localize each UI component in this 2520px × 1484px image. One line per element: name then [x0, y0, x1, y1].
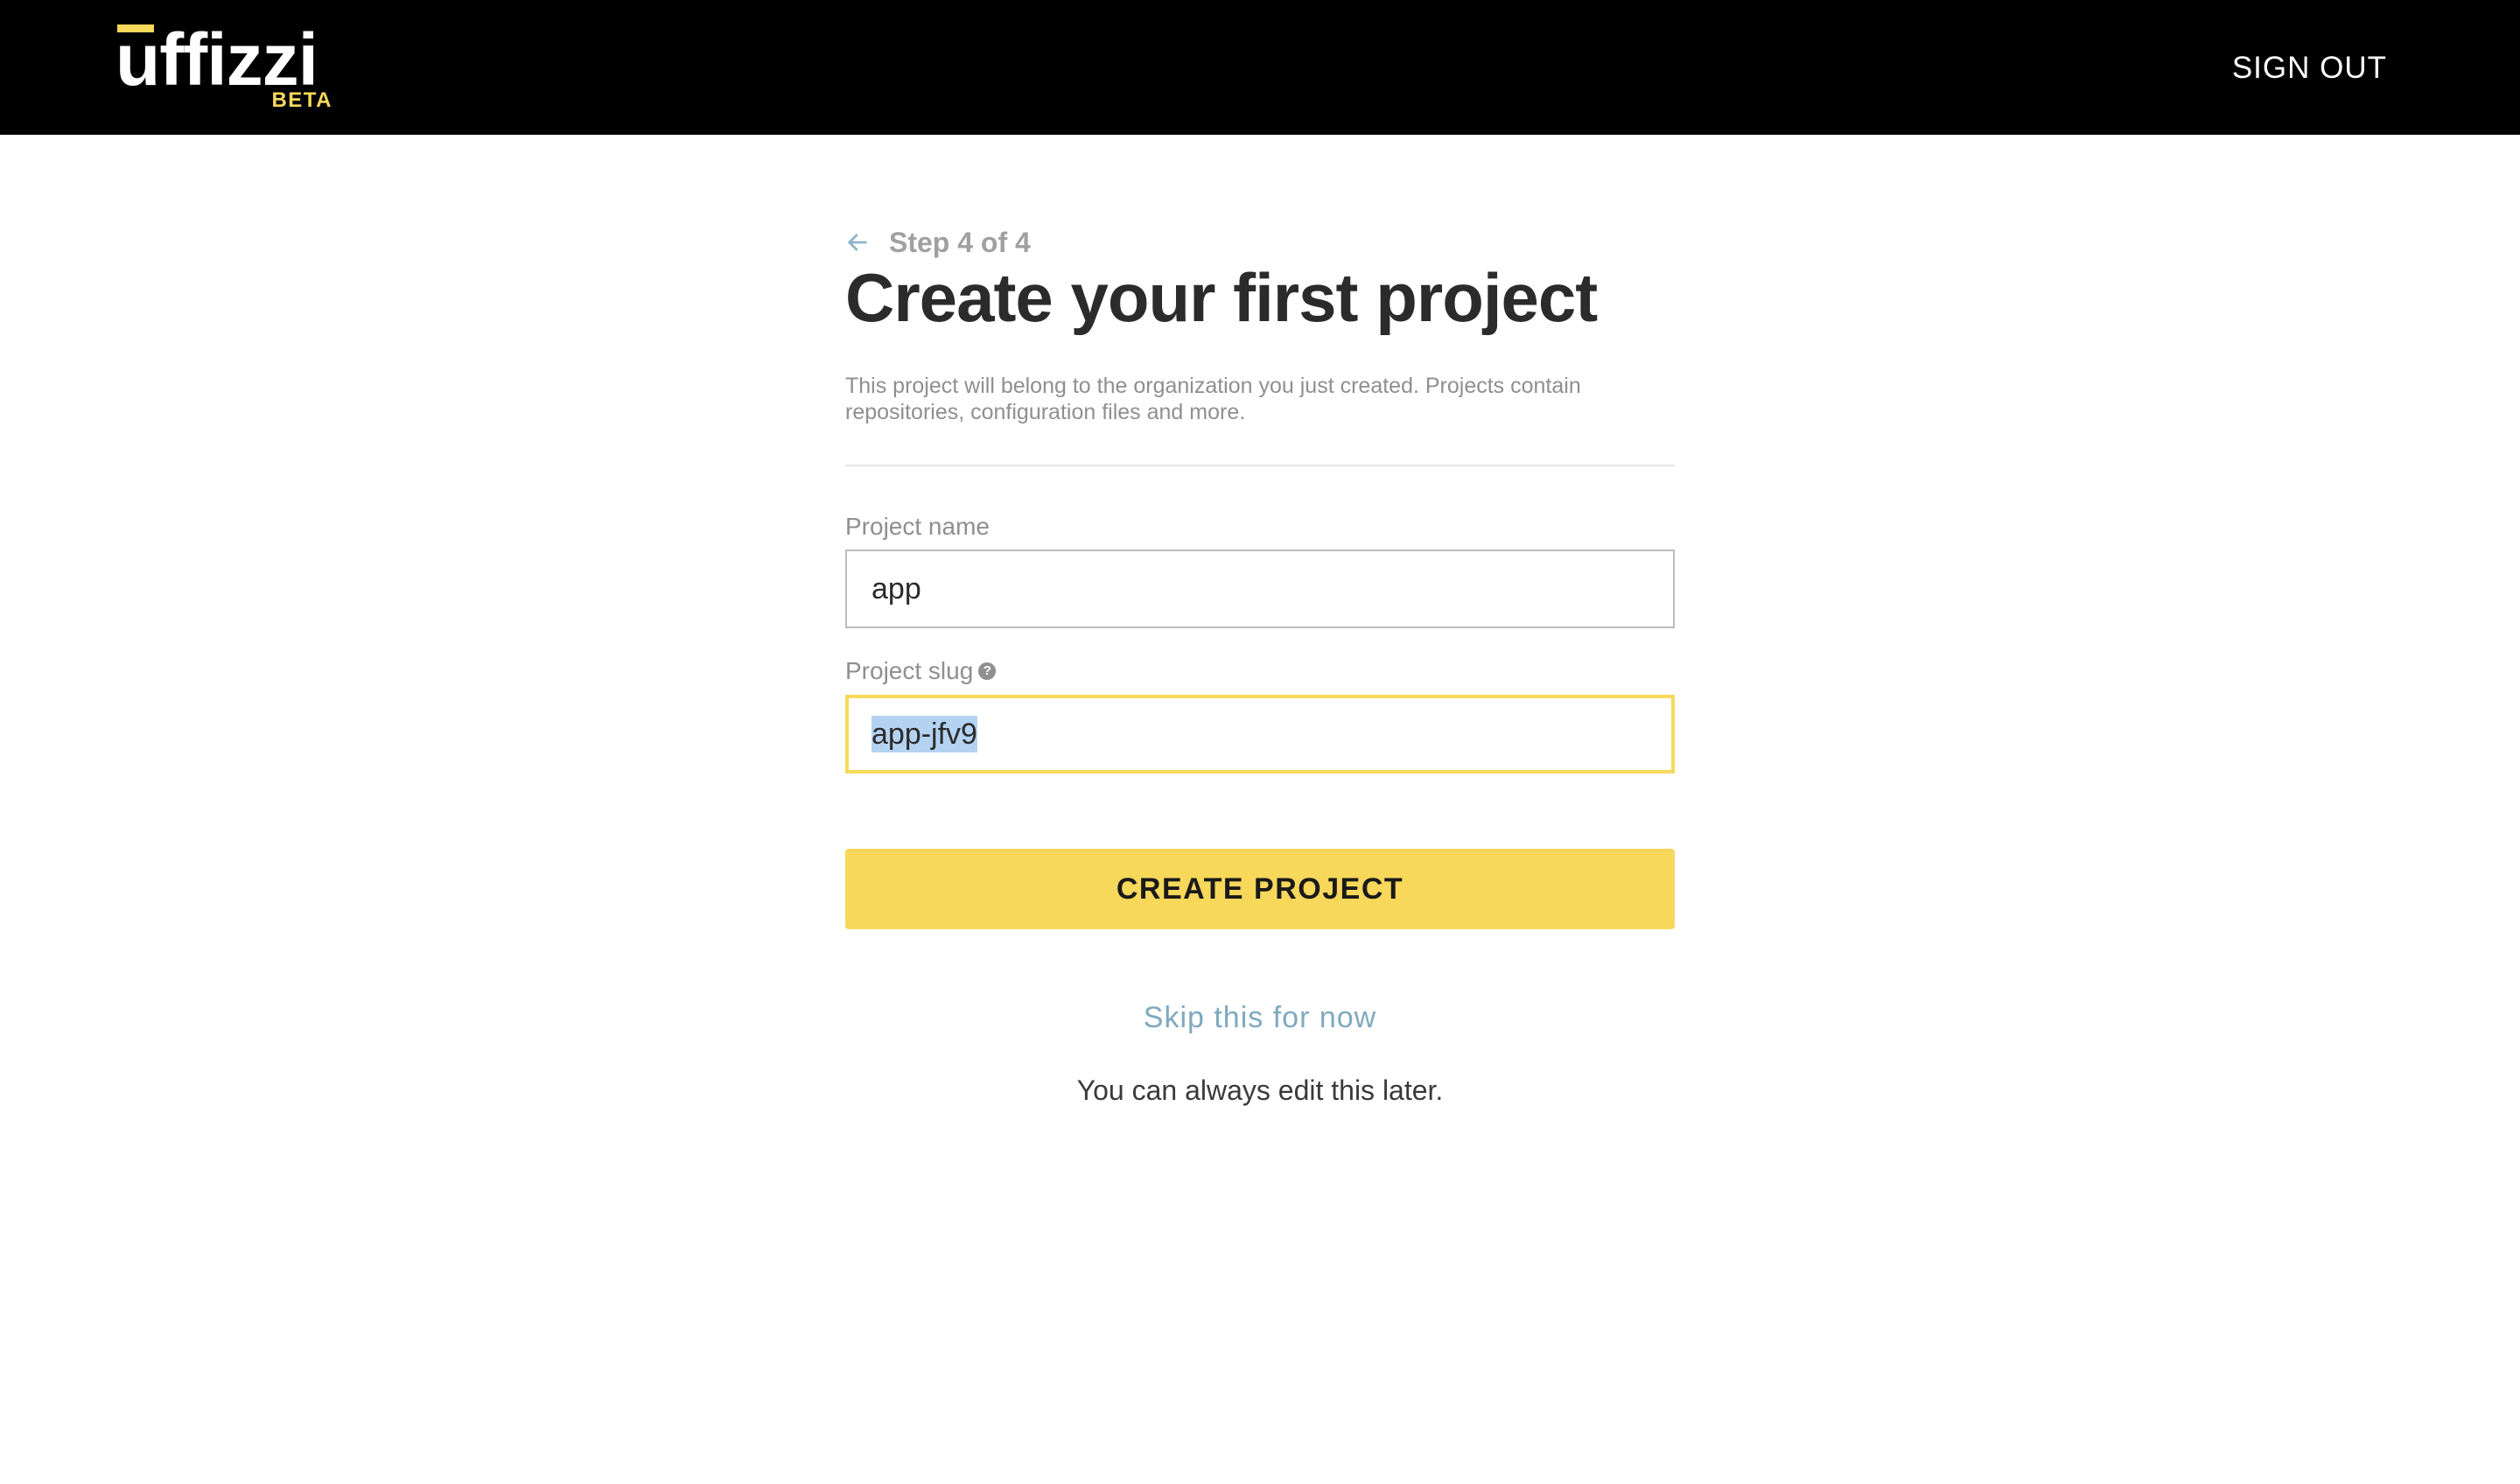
skip-link[interactable]: Skip this for now: [845, 1001, 1675, 1035]
question-circle-icon[interactable]: ?: [978, 662, 997, 680]
project-name-input[interactable]: [845, 550, 1675, 628]
project-name-label-text: Project name: [845, 513, 990, 540]
section-divider: [845, 465, 1675, 466]
project-slug-input[interactable]: app-jfv9: [845, 695, 1675, 774]
uffizzi-logo[interactable]: uffizzi BETA: [116, 19, 334, 114]
project-slug-label-text: Project slug: [845, 657, 974, 684]
create-project-button[interactable]: CREATE PROJECT: [845, 849, 1675, 929]
project-slug-value-selected: app-jfv9: [872, 716, 977, 752]
edit-later-note: You can always edit this later.: [1076, 1074, 1444, 1106]
project-slug-label: Project slug ?: [845, 657, 997, 685]
step-text: Step 4 of 4: [889, 226, 1031, 258]
arrow-left-icon[interactable]: [845, 230, 870, 255]
page-description: This project will belong to the organiza…: [845, 374, 1581, 424]
beta-badge: BETA: [271, 88, 332, 112]
sign-out-button[interactable]: SIGN OUT: [2232, 46, 2387, 91]
top-navigation-bar: uffizzi BETA SIGN OUT: [0, 0, 2520, 135]
project-name-label: Project name: [845, 513, 990, 541]
logo-wordmark: uffizzi: [116, 18, 318, 101]
page-title: Create your first project: [845, 259, 1598, 336]
